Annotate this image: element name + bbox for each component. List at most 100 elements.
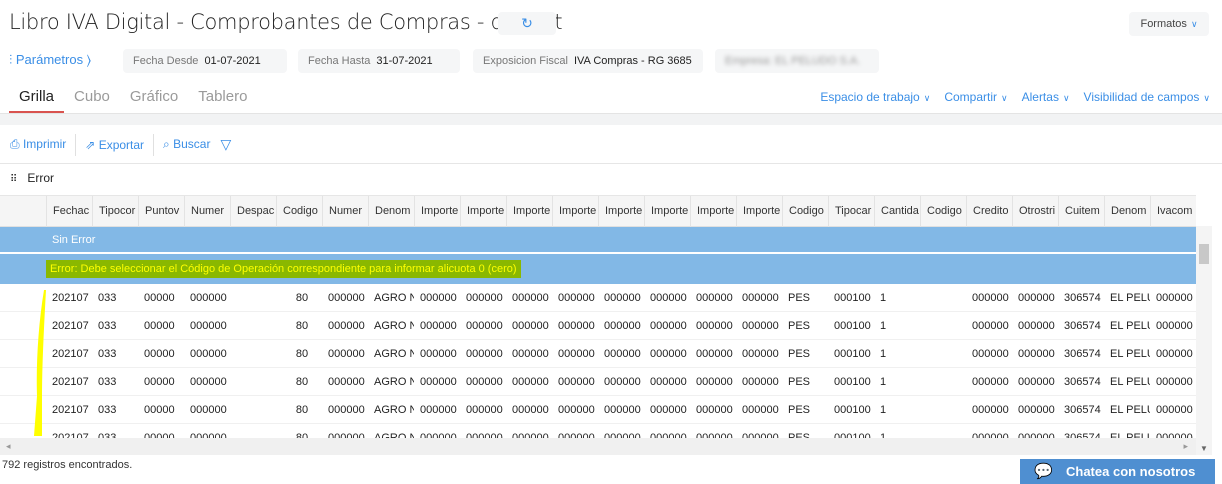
column-header[interactable]: Tipocar (828, 196, 874, 227)
column-header[interactable]: Fechac (46, 196, 92, 227)
menu-label: Espacio de trabajo (820, 90, 920, 104)
table-cell: 000100 (834, 376, 871, 388)
table-row[interactable]: 202107 033 00000 000000 80 000000 AGRO N 000000… (0, 424, 1196, 438)
scroll-right-icon[interactable]: ▸ (1183, 438, 1188, 455)
column-header[interactable]: Importe (414, 196, 460, 227)
grid-header-row: Fechac Tipocor Puntov Numer Despac Codigo Nume… (0, 196, 1196, 227)
table-cell: 000000 (1018, 404, 1055, 416)
table-cell: 306574 (1064, 432, 1101, 438)
scroll-thumb[interactable] (1199, 244, 1209, 264)
column-header[interactable]: Codigo (920, 196, 966, 227)
scroll-left-icon[interactable]: ◂ (6, 441, 11, 451)
exposicion-fiscal-field[interactable]: Exposicion Fiscal IVA Compras - RG 3685 (473, 49, 703, 73)
table-cell: AGRO N (374, 432, 414, 438)
fecha-desde-label: Fecha Desde (133, 55, 199, 67)
table-cell: 000000 (328, 404, 365, 416)
table-cell: 000000 (558, 376, 595, 388)
parametros-button[interactable]: ⫶ Parámetros ⟩ (9, 52, 91, 68)
table-cell: 000000 (328, 320, 365, 332)
vertical-scrollbar[interactable]: ▼ (1196, 226, 1212, 455)
fecha-hasta-field[interactable]: Fecha Hasta 31-07-2021 (298, 49, 460, 73)
column-header[interactable]: Despac (230, 196, 276, 227)
menu-label: Alertas (1021, 90, 1059, 104)
group-row-error[interactable]: Error: Debe seleccionar el Código de Ope… (0, 254, 1196, 284)
exportar-button[interactable]: ⇗ Exportar (85, 138, 144, 152)
empresa-field[interactable]: Empresa: EL PELUDO S.A. (715, 49, 879, 73)
column-header[interactable]: Importe (736, 196, 782, 227)
table-cell: 000000 (972, 292, 1009, 304)
table-cell: 000000 (742, 432, 779, 438)
column-header[interactable]: Numer (322, 196, 368, 227)
group-by-label: Error (27, 171, 54, 185)
tab-grafico[interactable]: Gráfico (120, 86, 188, 113)
table-cell: 000000 (742, 292, 779, 304)
column-header[interactable]: Otrostri (1012, 196, 1058, 227)
table-cell: 000000 (190, 376, 227, 388)
table-cell: 000000 (420, 432, 457, 438)
column-header[interactable]: Denom (368, 196, 414, 227)
column-header[interactable]: Codigo (782, 196, 828, 227)
table-cell: 000000 (512, 348, 549, 360)
table-cell: 80 (295, 292, 309, 304)
scroll-down-icon[interactable]: ▼ (1200, 444, 1208, 453)
column-header[interactable]: Importe (460, 196, 506, 227)
column-header[interactable]: Importe (552, 196, 598, 227)
table-cell: 000000 (742, 376, 779, 388)
table-cell: 1 (880, 320, 887, 332)
tab-tablero[interactable]: Tablero (188, 86, 257, 113)
chat-bubble-icon: 💬 (1034, 463, 1053, 480)
column-header[interactable]: Ivacom (1150, 196, 1196, 227)
column-header[interactable]: Importe (598, 196, 644, 227)
chat-button[interactable]: 💬 Chatea con nosotros (1020, 459, 1215, 484)
buscar-button[interactable]: ⌕ Buscar (163, 137, 210, 152)
table-cell: AGRO N (374, 404, 414, 416)
table-cell: 000000 (420, 404, 457, 416)
refresh-button[interactable]: ↻ (498, 12, 556, 35)
table-cell: 000000 (604, 292, 641, 304)
espacio-trabajo-menu[interactable]: Espacio de trabajo ∨ (820, 90, 930, 104)
table-cell: 000000 (696, 376, 733, 388)
column-header[interactable]: Codigo (276, 196, 322, 227)
table-cell: 000000 (1018, 348, 1055, 360)
table-cell: AGRO N (374, 376, 414, 388)
tab-cubo[interactable]: Cubo (64, 86, 120, 113)
column-header[interactable]: Cantida (874, 196, 920, 227)
imprimir-button[interactable]: ⎙ Imprimir (10, 137, 66, 152)
column-header[interactable]: Credito (966, 196, 1012, 227)
table-cell: 000000 (466, 320, 503, 332)
column-header[interactable]: Cuitem (1058, 196, 1104, 227)
table-cell: 000000 (696, 432, 733, 438)
column-header[interactable]: Numer (184, 196, 230, 227)
table-cell: 000100 (834, 292, 871, 304)
table-row[interactable]: 202107 033 00000 000000 80 000000 AGRO N 000000… (0, 396, 1196, 424)
column-header[interactable]: Puntov (138, 196, 184, 227)
chevron-down-icon: ∨ (923, 93, 931, 103)
column-header[interactable]: Tipocor (92, 196, 138, 227)
chevron-down-icon: ∨ (1203, 93, 1210, 103)
table-cell: 000000 (512, 376, 549, 388)
fecha-desde-field[interactable]: Fecha Desde 01-07-2021 (123, 49, 287, 73)
column-header[interactable]: Importe (644, 196, 690, 227)
exportar-label: Exportar (98, 137, 145, 152)
table-cell: PES (788, 432, 811, 438)
table-row[interactable]: 202107 033 00000 000000 80 000000 AGRO N 000000… (0, 284, 1196, 312)
table-cell: 000000 (190, 432, 227, 438)
column-header[interactable]: Denom (1104, 196, 1150, 227)
compartir-menu[interactable]: Compartir ∨ (944, 90, 1007, 104)
column-header[interactable]: Importe (506, 196, 552, 227)
table-cell: 000000 (420, 320, 457, 332)
tab-grilla[interactable]: Grilla (9, 86, 65, 113)
group-by-panel[interactable]: ⠿ Error (10, 171, 54, 185)
horizontal-scrollbar[interactable]: ◂ ▸ (0, 438, 1196, 455)
alertas-menu[interactable]: Alertas ∨ (1022, 90, 1070, 104)
table-cell: AGRO N (374, 292, 414, 304)
record-count: 792 registros encontrados. (2, 459, 133, 471)
table-row[interactable]: 202107 033 00000 000000 80 000000 AGRO N 000000… (0, 368, 1196, 396)
filter-icon[interactable]: ▽ (220, 136, 231, 153)
visibilidad-campos-menu[interactable]: Visibilidad de campos ∨ (1084, 90, 1210, 104)
formatos-dropdown[interactable]: Formatos ∨ (1129, 12, 1209, 36)
table-row[interactable]: 202107 033 00000 000000 80 000000 AGRO N 000000… (0, 340, 1196, 368)
table-row[interactable]: 202107 033 00000 000000 80 000000 AGRO N 000000… (0, 312, 1196, 340)
group-row-sin-error[interactable]: Sin Error (0, 227, 1196, 253)
column-header[interactable]: Importe (690, 196, 736, 227)
